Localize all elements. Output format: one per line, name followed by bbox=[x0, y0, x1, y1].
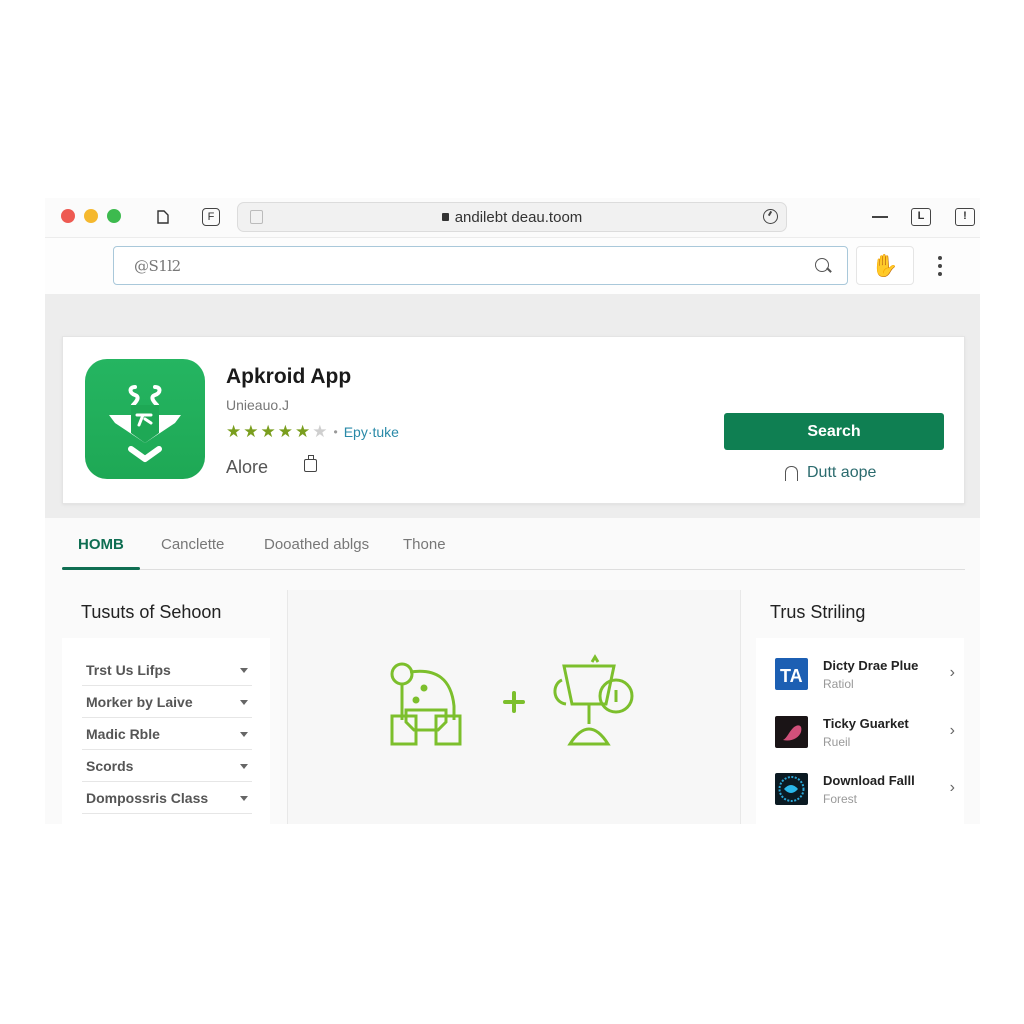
ta-app-icon: TA bbox=[775, 658, 808, 690]
related-app-item[interactable]: Ticky Guarket Rueil › bbox=[775, 714, 955, 758]
redirect-icon bbox=[785, 465, 798, 481]
tab-canclette[interactable]: Canclette bbox=[161, 536, 224, 553]
info-icon[interactable]: ! bbox=[955, 208, 975, 226]
rating-link[interactable]: Epy·tuke bbox=[344, 424, 399, 440]
star-icon: ★ bbox=[260, 422, 276, 441]
title-bar: F andilebt deau.toom L ! bbox=[45, 198, 980, 238]
rating-stars: ★ ★ ★ ★ ★ ★ • Epy·tuke bbox=[226, 422, 399, 441]
chevron-right-icon: › bbox=[949, 722, 955, 739]
related-app-item[interactable]: TA Dicty Drae Plue Ratiol › bbox=[775, 656, 955, 700]
lock-icon bbox=[441, 213, 449, 221]
category-item[interactable]: Morker by Laive bbox=[82, 686, 252, 718]
tab-dooathed-ablgs[interactable]: Dooathed ablgs bbox=[264, 536, 369, 553]
reload-icon[interactable] bbox=[763, 209, 778, 224]
category-item[interactable]: Trst Us Lifps bbox=[82, 654, 252, 686]
tab-bar: HOMB Canclette Dooathed ablgs Thone bbox=[62, 526, 965, 570]
hand-icon: ✋ bbox=[871, 252, 899, 278]
more-options-icon[interactable] bbox=[938, 256, 942, 276]
caret-down-icon bbox=[240, 732, 248, 737]
feature-illustration bbox=[288, 590, 740, 824]
caret-down-icon bbox=[240, 764, 248, 769]
app-header-card: Apkroid App Unieauo.J ★ ★ ★ ★ ★ ★ • Epy·… bbox=[62, 336, 965, 504]
category-list: Trst Us Lifps Morker by Laive Madic Rble… bbox=[62, 638, 270, 824]
search-input[interactable]: @S1l2 bbox=[113, 246, 848, 285]
search-button[interactable]: Search bbox=[724, 413, 944, 450]
history-icon[interactable]: L bbox=[911, 208, 931, 226]
related-app-item[interactable]: Download Falll Forest › bbox=[775, 771, 955, 815]
chevron-right-icon: › bbox=[949, 779, 955, 796]
secondary-action-link[interactable]: Dutt aope bbox=[785, 464, 876, 482]
maximize-window-button[interactable] bbox=[107, 209, 121, 223]
search-row: @S1l2 ✋ bbox=[45, 238, 980, 294]
star-icon: ★ bbox=[277, 422, 293, 441]
minimize-window-button[interactable] bbox=[84, 209, 98, 223]
category-item[interactable]: Madic Rble bbox=[82, 718, 252, 750]
active-tab-indicator bbox=[62, 567, 140, 570]
address-bar[interactable]: andilebt deau.toom bbox=[237, 202, 787, 232]
url-text: andilebt deau.toom bbox=[454, 209, 583, 226]
pink-abstract-app-icon bbox=[775, 716, 808, 748]
star-icon: ★ bbox=[295, 422, 311, 441]
tab-thone[interactable]: Thone bbox=[403, 536, 446, 553]
plus-icon bbox=[503, 691, 525, 713]
caret-down-icon bbox=[240, 796, 248, 801]
bookmark-icon[interactable]: F bbox=[202, 208, 220, 226]
share-icon[interactable] bbox=[304, 455, 317, 472]
app-title: Apkroid App bbox=[226, 365, 352, 388]
close-window-button[interactable] bbox=[61, 209, 75, 223]
star-icon: ★ bbox=[226, 422, 242, 441]
related-apps-list: TA Dicty Drae Plue Ratiol › Ticky Guarke… bbox=[756, 638, 964, 824]
star-icon: ★ bbox=[243, 422, 259, 441]
svg-text:TA: TA bbox=[780, 666, 803, 686]
browser-window: F andilebt deau.toom L ! @S1l2 ✋ Apkroid… bbox=[45, 198, 980, 824]
chevron-right-icon: › bbox=[949, 664, 955, 681]
category-item[interactable]: Dompossris Class bbox=[82, 782, 252, 814]
search-input-value: @S1l2 bbox=[134, 257, 181, 275]
search-icon[interactable] bbox=[815, 258, 829, 272]
caret-down-icon bbox=[240, 700, 248, 705]
trophy-outline-icon bbox=[553, 654, 634, 746]
right-panel-title: Trus Striling bbox=[770, 602, 866, 622]
hand-pointer-button[interactable]: ✋ bbox=[856, 246, 914, 285]
caret-down-icon bbox=[240, 668, 248, 673]
blue-circle-app-icon bbox=[775, 773, 808, 805]
divider bbox=[740, 590, 741, 824]
robot-outline-icon bbox=[390, 662, 462, 746]
category-item[interactable]: Scords bbox=[82, 750, 252, 782]
app-meta: Alore bbox=[226, 457, 269, 477]
minimize-icon[interactable] bbox=[872, 216, 888, 218]
app-icon bbox=[85, 359, 205, 479]
page-icon[interactable] bbox=[153, 207, 173, 227]
star-empty-icon: ★ bbox=[312, 422, 328, 441]
left-panel-title: Tusuts of Sehoon bbox=[81, 602, 222, 622]
app-developer[interactable]: Unieauo.J bbox=[226, 397, 289, 413]
tab-home[interactable]: HOMB bbox=[78, 536, 124, 553]
